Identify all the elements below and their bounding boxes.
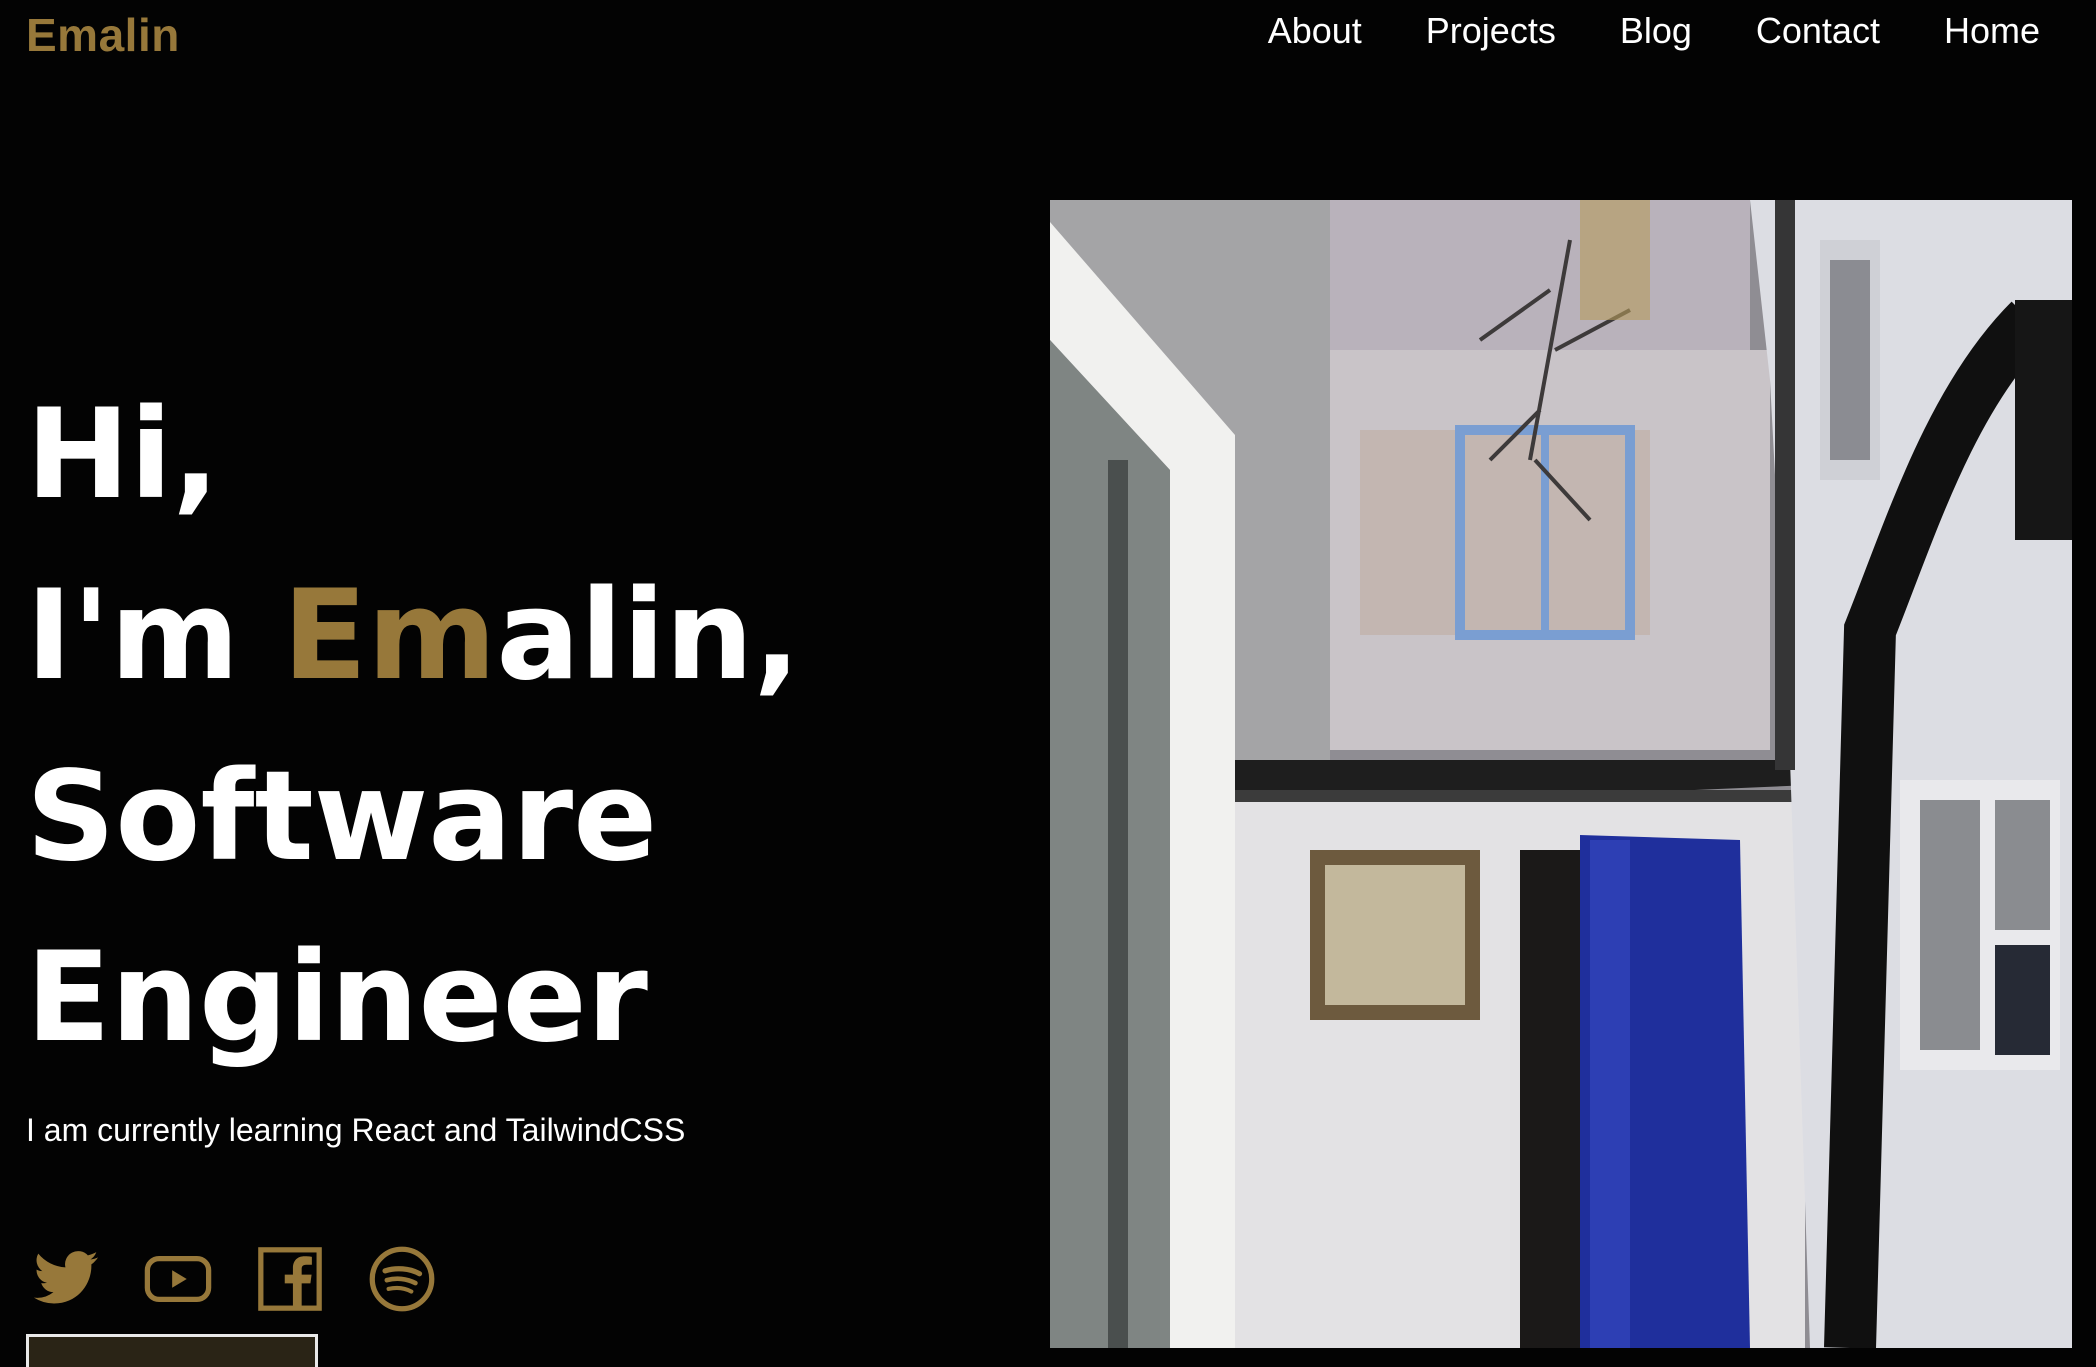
hero-name-prefix: I'm <box>26 564 283 708</box>
brand-logo[interactable]: Emalin <box>26 8 180 62</box>
nav-link-projects[interactable]: Projects <box>1426 10 1556 52</box>
twitter-icon[interactable] <box>28 1244 104 1314</box>
hero-line-role-2: Engineer <box>26 926 648 1070</box>
spotify-icon[interactable] <box>364 1244 440 1314</box>
nav-link-home[interactable]: Home <box>1944 10 2040 52</box>
youtube-icon[interactable] <box>140 1244 216 1314</box>
hero-line-name: I'm Emalin, <box>26 546 800 727</box>
nav-link-contact[interactable]: Contact <box>1756 10 1880 52</box>
main-nav: About Projects Blog Contact Home <box>1268 10 2040 52</box>
hero-name-suffix: alin, <box>496 564 801 708</box>
nav-link-blog[interactable]: Blog <box>1620 10 1692 52</box>
hero-heading: Hi, I'm Emalin, Software Engineer <box>26 365 800 1089</box>
hero-line-role-1: Software <box>26 745 658 889</box>
hero-photo <box>1050 200 2072 1348</box>
nav-link-about[interactable]: About <box>1268 10 1362 52</box>
facebook-icon[interactable] <box>252 1244 328 1314</box>
hero-line-greeting: Hi, <box>26 383 220 527</box>
social-links <box>28 1244 440 1314</box>
hero-name-highlight: Em <box>282 564 497 708</box>
hero-tagline: I am currently learning React and Tailwi… <box>26 1112 686 1148</box>
cta-button[interactable] <box>26 1334 318 1367</box>
